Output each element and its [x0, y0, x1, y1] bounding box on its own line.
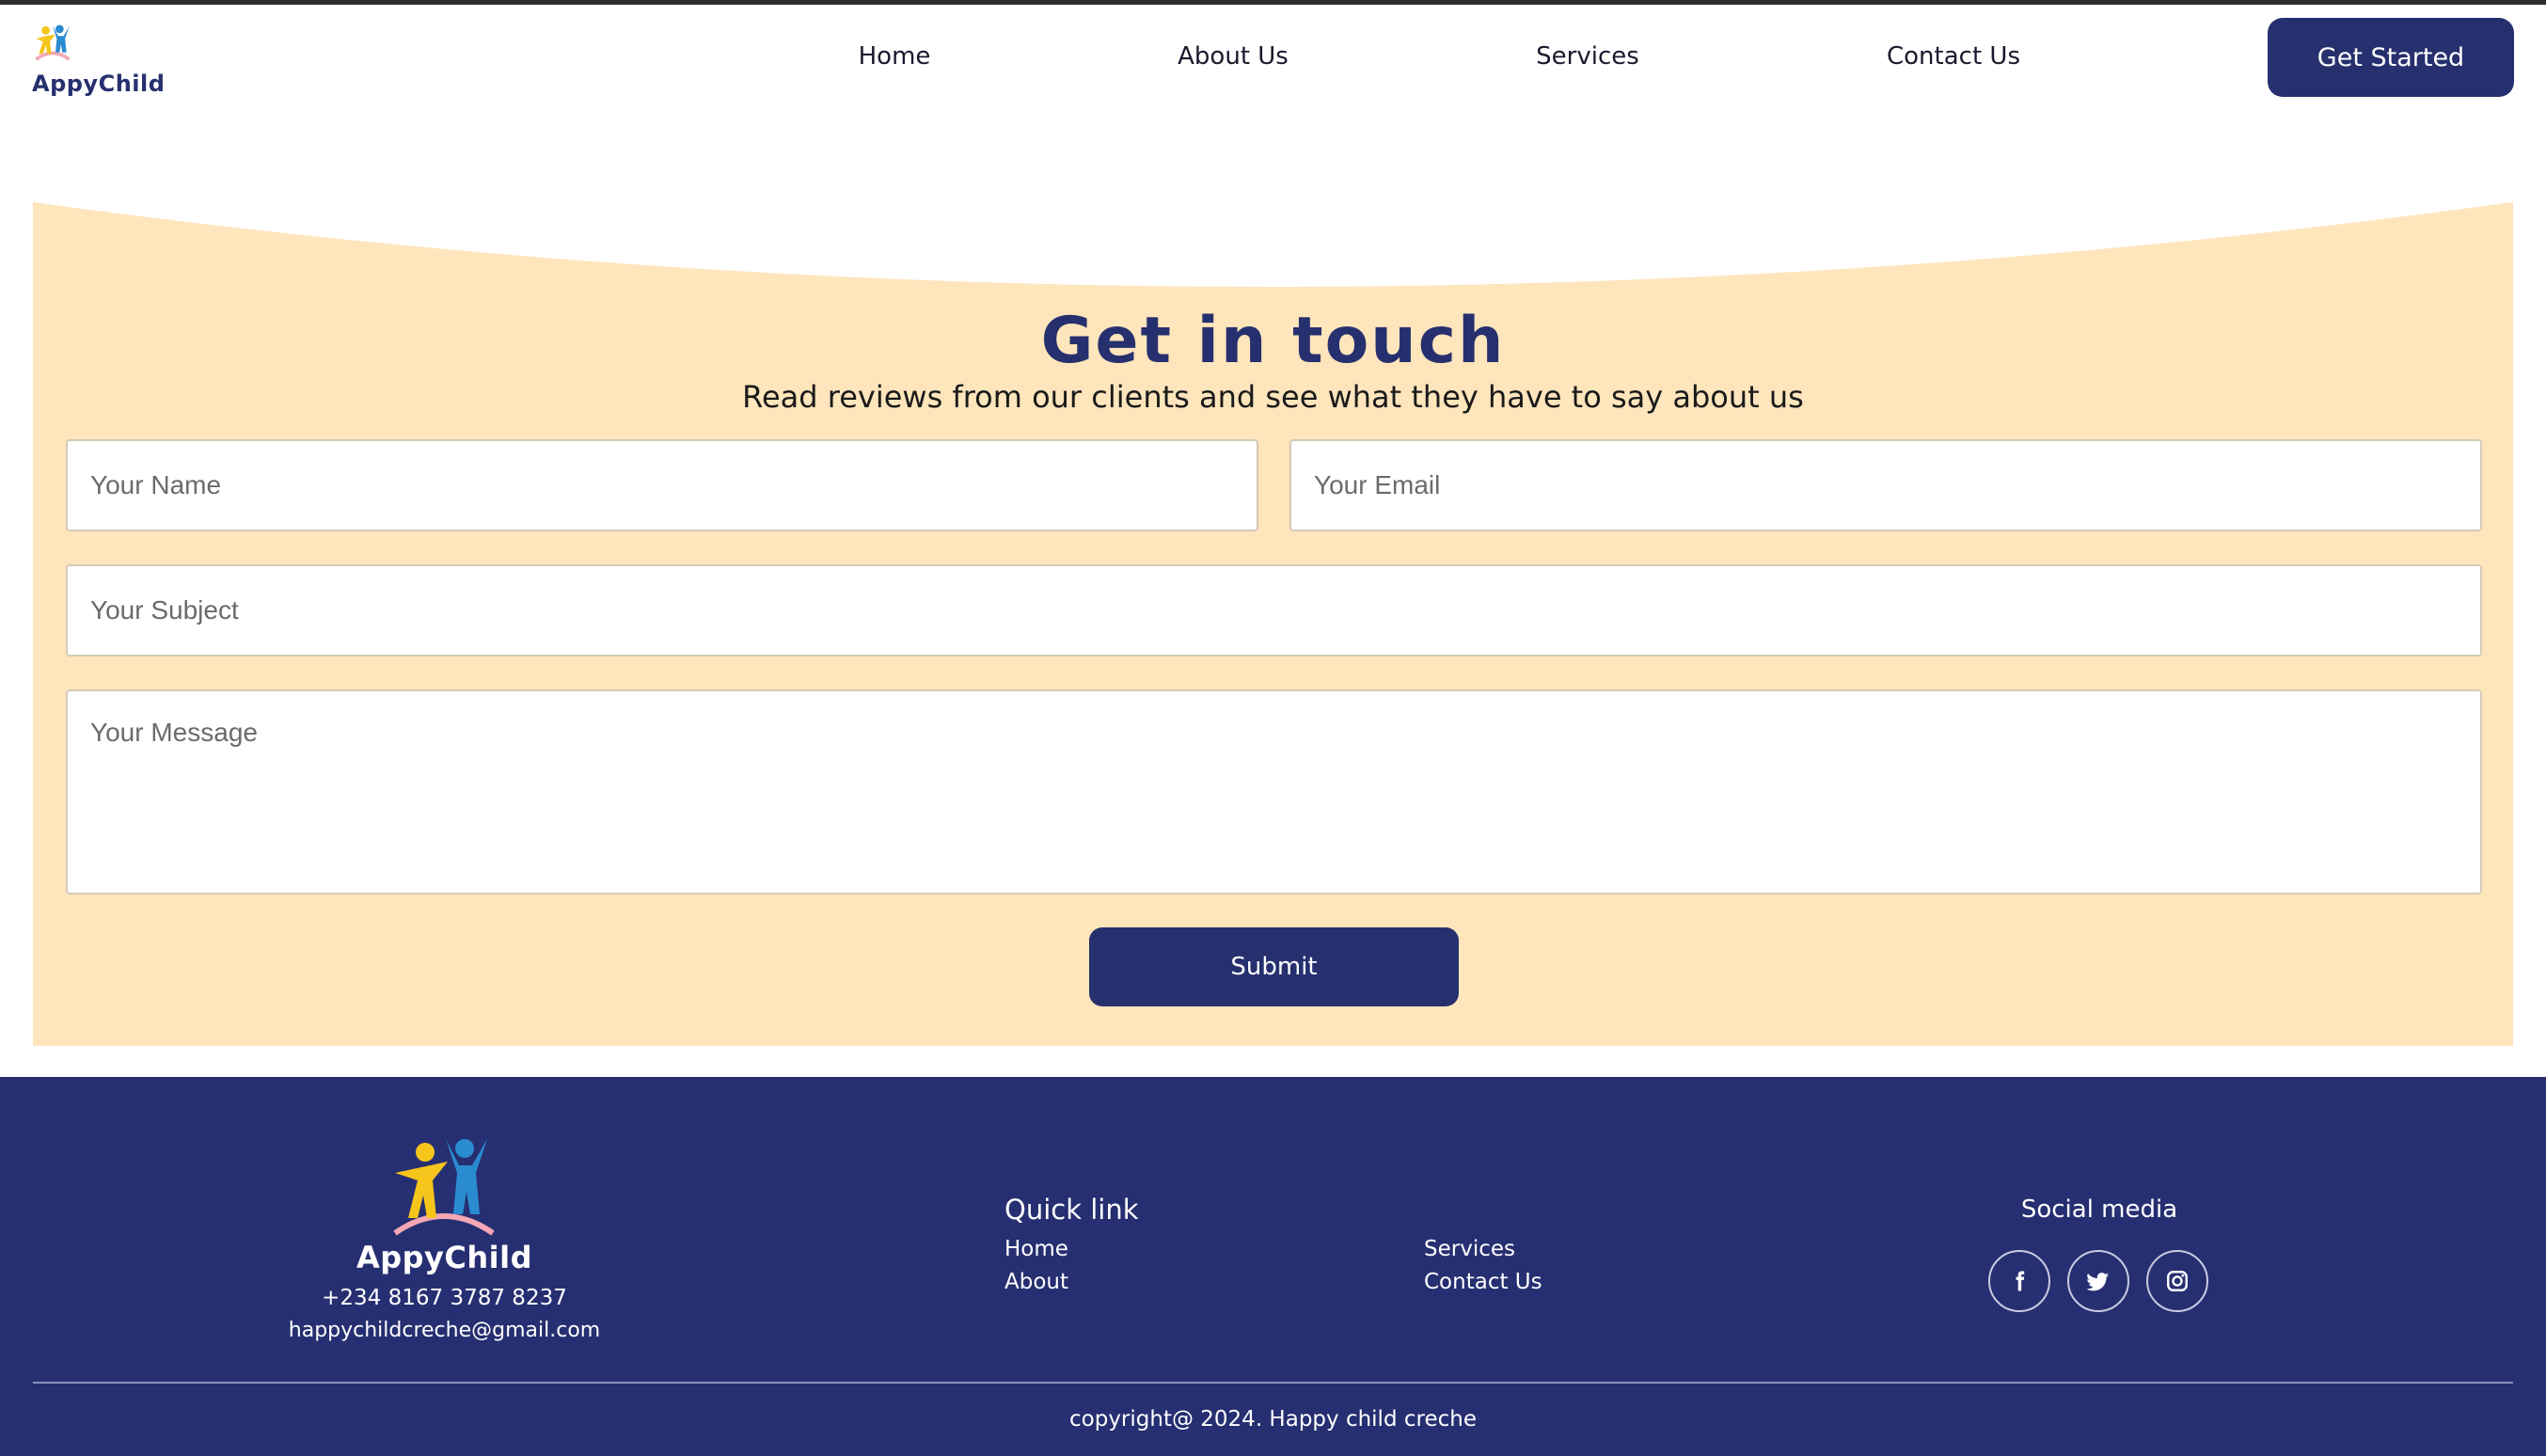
nav-item-contact-us[interactable]: Contact Us [1887, 42, 2020, 71]
contact-title: Get in touch [1040, 304, 1506, 378]
footer-logo-icon [393, 1139, 495, 1236]
instagram-icon [2167, 1271, 2188, 1291]
copyright-text: copyright@ 2024. Happy child creche [1069, 1407, 1477, 1432]
footer-brand-name: AppyChild [356, 1240, 533, 1275]
brand-name: AppyChild [32, 71, 166, 97]
get-started-button[interactable]: Get Started [2268, 18, 2514, 97]
footer-divider [33, 1382, 2513, 1384]
message-textarea[interactable] [66, 689, 2482, 894]
site-footer: AppyChild +234 8167 3787 8237 happychild… [0, 1077, 2546, 1456]
submit-button[interactable]: Submit [1089, 927, 1459, 1006]
footer-link-contact-us[interactable]: Contact Us [1424, 1270, 1542, 1294]
facebook-button[interactable] [1988, 1250, 2050, 1312]
subject-input[interactable] [66, 564, 2482, 657]
logo-icon [35, 24, 71, 61]
footer-link-home[interactable]: Home [1004, 1237, 1068, 1261]
name-input[interactable] [66, 439, 1258, 531]
brand-logo[interactable]: AppyChild [32, 18, 182, 97]
footer-link-services[interactable]: Services [1424, 1237, 1515, 1261]
site-header: AppyChild Home About Us Services Contact… [0, 5, 2546, 113]
footer-phone: +234 8167 3787 8237 [322, 1286, 567, 1310]
instagram-button[interactable] [2146, 1250, 2208, 1312]
contact-section: Get in touch Read reviews from our clien… [33, 202, 2513, 1046]
facebook-icon [2016, 1271, 2025, 1291]
contact-subtitle: Read reviews from our clients and see wh… [742, 379, 1804, 415]
quick-link-heading: Quick link [1004, 1194, 1139, 1226]
footer-link-about[interactable]: About [1004, 1270, 1068, 1294]
nav-item-services[interactable]: Services [1536, 42, 1639, 71]
twitter-button[interactable] [2067, 1250, 2129, 1312]
email-input[interactable] [1289, 439, 2482, 531]
social-media-heading: Social media [2020, 1195, 2178, 1224]
nav-item-home[interactable]: Home [859, 42, 931, 71]
nav-item-about-us[interactable]: About Us [1178, 42, 1289, 71]
twitter-icon [2086, 1273, 2109, 1291]
footer-email[interactable]: happychildcreche@gmail.com [216, 1319, 672, 1342]
